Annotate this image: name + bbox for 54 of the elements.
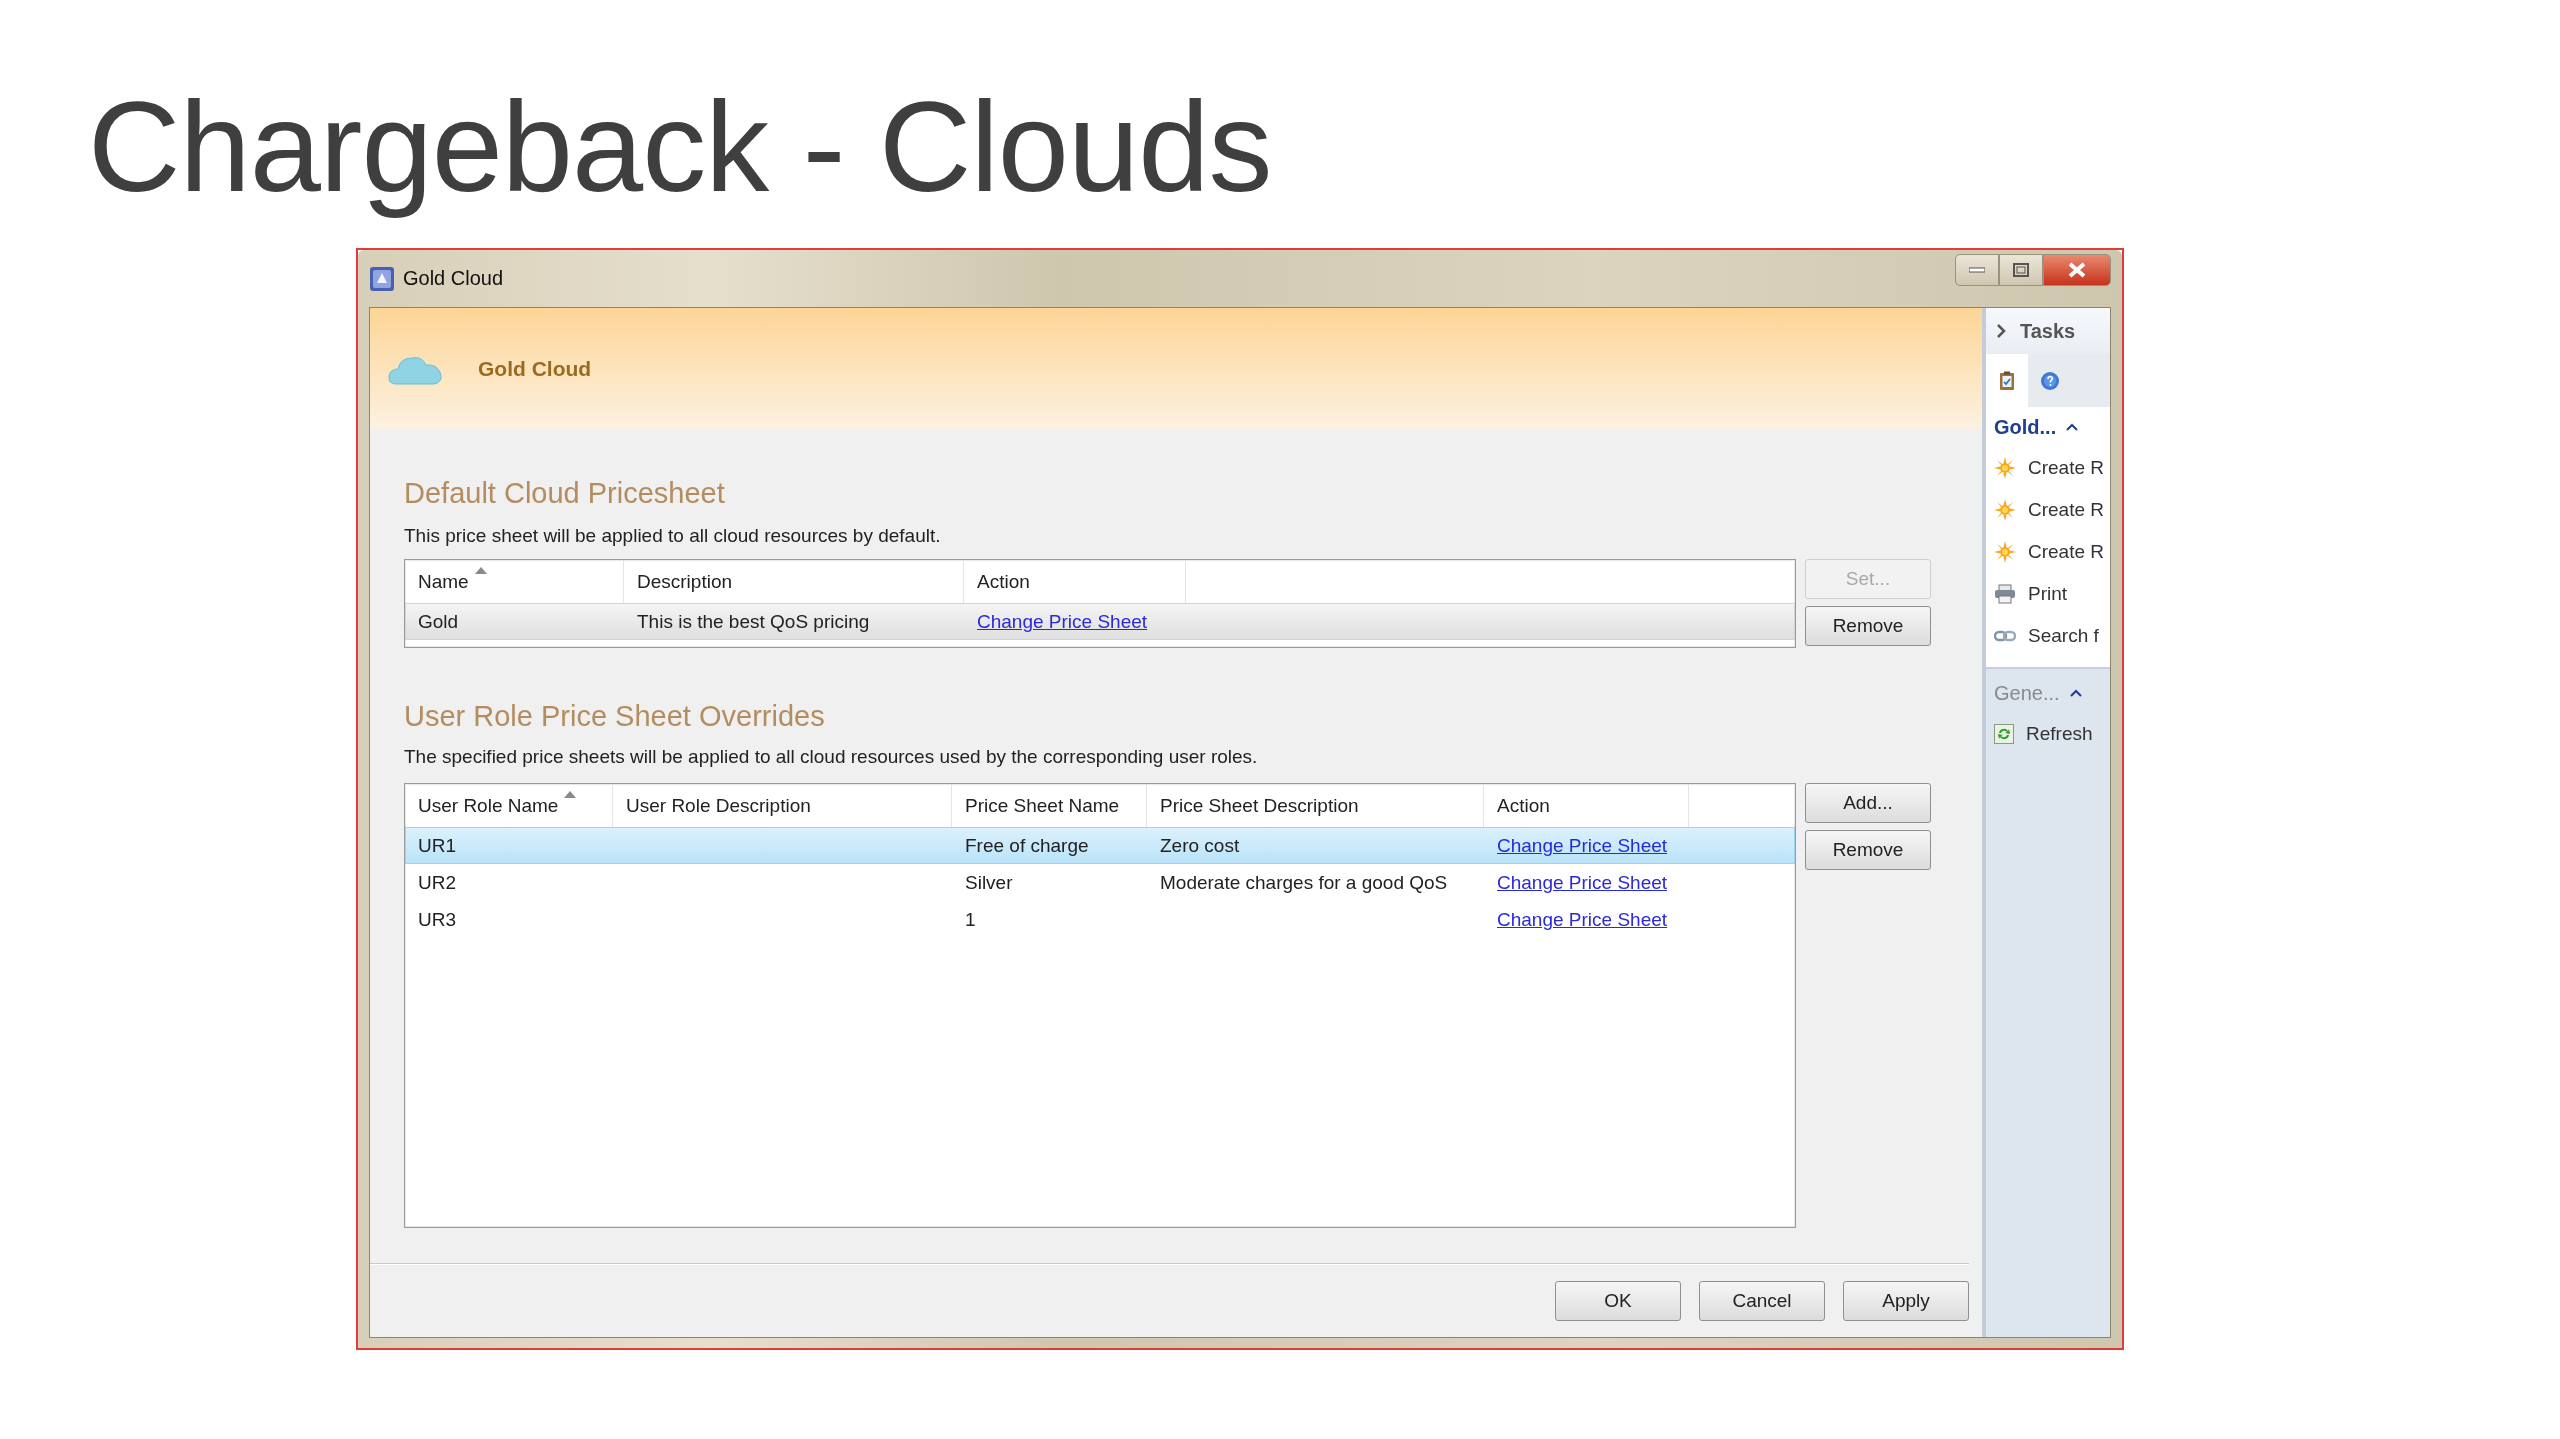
task-link[interactable]: Search f	[2028, 625, 2099, 647]
table-cell: UR3	[418, 908, 456, 930]
section-heading: Default Cloud Pricesheet	[404, 476, 726, 510]
table-cell: Silver	[965, 871, 1013, 893]
table-cell: Gold	[418, 610, 459, 632]
window-icon	[369, 265, 395, 292]
header-title: Gold Cloud	[478, 356, 592, 381]
table-cell: 1	[965, 908, 976, 930]
caret-icon[interactable]	[2069, 688, 2082, 698]
slide-title: Chargeback - Clouds	[87, 74, 1273, 220]
task-link[interactable]: Create R	[2028, 541, 2105, 563]
task-link[interactable]: Print	[2028, 583, 2068, 605]
remove-button[interactable]: Remove	[1805, 606, 1931, 646]
task-link[interactable]: Refresh	[2026, 723, 2093, 745]
chevron-icon[interactable]	[1996, 323, 2006, 339]
pane-title: Tasks	[2020, 319, 2076, 343]
window-title: Gold Cloud	[403, 267, 504, 290]
change-price-sheet-link[interactable]: Change Price Sheet	[1497, 908, 1668, 930]
task-link[interactable]: Create R	[2028, 457, 2105, 479]
section-heading: User Role Price Sheet Overrides	[404, 699, 826, 733]
close-icon	[2068, 262, 2086, 278]
sun-icon	[1994, 541, 2016, 563]
restore-icon	[2013, 263, 2029, 277]
selected-row[interactable]: UR1 Free of charge Zero cost Change Price Sheet	[405, 827, 1795, 864]
help-icon[interactable]	[2040, 370, 2060, 391]
table-cell: UR1	[418, 834, 456, 856]
apply-button[interactable]: Apply	[1843, 1281, 1969, 1321]
clipboard-icon[interactable]	[1999, 370, 2015, 391]
table-cell: Zero cost	[1160, 834, 1240, 856]
link-icon	[1994, 630, 2016, 642]
maximize-button[interactable]	[1999, 254, 2043, 286]
change-price-sheet-link[interactable]: Change Price Sheet	[1497, 834, 1668, 856]
ok-button[interactable]: OK	[1555, 1281, 1681, 1321]
table-cell: Moderate charges for a good QoS	[1160, 871, 1448, 893]
add-button[interactable]: Add...	[1805, 783, 1931, 823]
change-price-sheet-link[interactable]: Change Price Sheet	[977, 610, 1148, 632]
selected-row[interactable]: Gold This is the best QoS pricing Change Price Sheet	[405, 603, 1795, 640]
change-price-sheet-link[interactable]: Change Price Sheet	[1497, 871, 1668, 893]
section-description: This price sheet will be applied to all cloud resources by default.	[404, 524, 942, 548]
cancel-button[interactable]: Cancel	[1699, 1281, 1825, 1321]
table-cell: This is the best QoS pricing	[637, 610, 870, 632]
group-title[interactable]: Gold...	[1994, 415, 2057, 439]
printer-icon	[1994, 584, 2016, 604]
close-button[interactable]	[2043, 254, 2111, 286]
minimize-icon	[1969, 267, 1985, 273]
sun-icon	[1994, 499, 2016, 521]
section-description: The specified price sheets will be applied to all cloud resources used by the corresponding user roles.	[404, 745, 1259, 769]
task-link[interactable]: Create R	[2028, 499, 2105, 521]
caret-icon[interactable]	[2066, 422, 2079, 432]
refresh-icon	[1994, 724, 2014, 744]
remove-button[interactable]: Remove	[1805, 830, 1931, 870]
table-cell: UR2	[418, 871, 456, 893]
sun-icon	[1994, 457, 2016, 479]
table-cell: Free of charge	[965, 834, 1089, 856]
